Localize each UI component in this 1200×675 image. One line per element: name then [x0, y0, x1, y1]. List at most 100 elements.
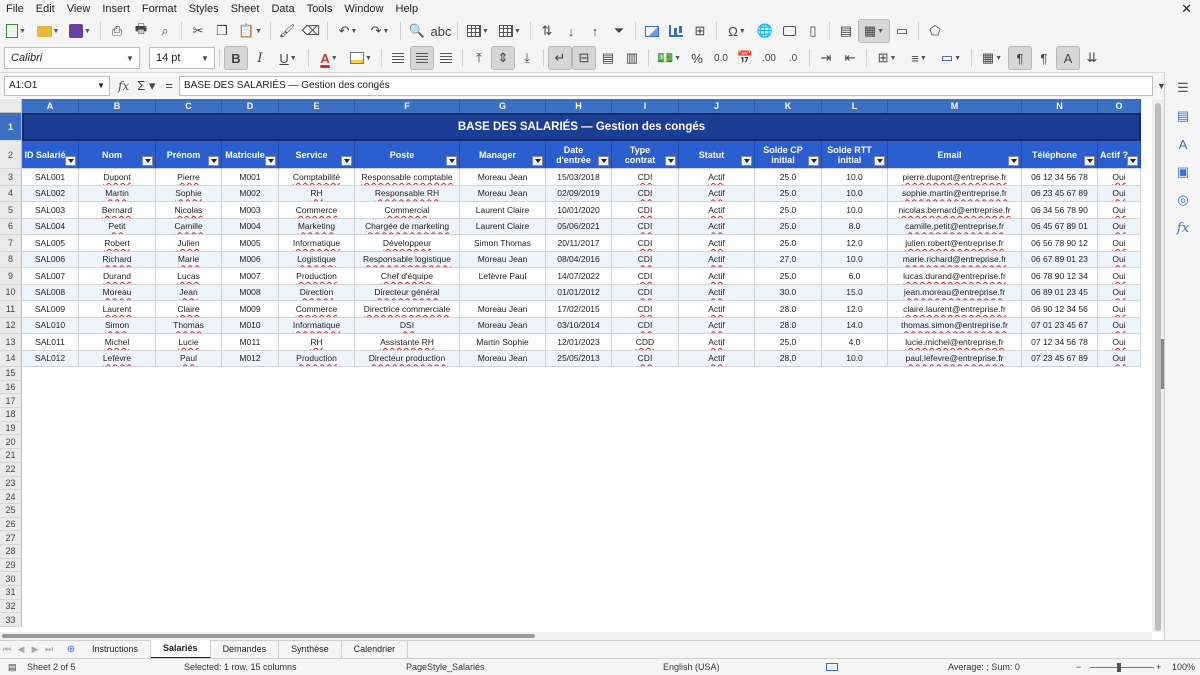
table-cell[interactable]: Dupont	[79, 169, 156, 186]
highlight-color-button[interactable]: ▼	[346, 47, 376, 69]
selection-mode-icon[interactable]	[826, 663, 838, 671]
row-button[interactable]: ▼	[463, 20, 493, 42]
menu-window[interactable]: Window	[338, 0, 389, 18]
previous-sheet-icon[interactable]: ◀	[14, 644, 28, 655]
column-title[interactable]: Statut	[679, 141, 755, 169]
table-cell[interactable]: CDI	[612, 185, 679, 202]
table-cell[interactable]: M009	[222, 301, 279, 318]
menu-file[interactable]: File	[0, 0, 30, 18]
new-document-button[interactable]: ▼	[1, 20, 31, 42]
menu-styles[interactable]: Styles	[183, 0, 225, 18]
column-title[interactable]: Solde RTT initial	[822, 141, 888, 169]
row-header[interactable]: 7	[0, 235, 22, 252]
tab-synthese[interactable]: Synthèse	[279, 641, 342, 658]
table-cell[interactable]: 03/10/2014	[546, 317, 612, 334]
redo-button[interactable]: ↷ ▼	[365, 20, 395, 42]
table-cell[interactable]: 05/06/2021	[546, 218, 612, 235]
column-header[interactable]: A	[22, 99, 79, 113]
formula-icon[interactable]: =	[165, 78, 173, 93]
table-cell[interactable]: 07 23 45 67 89	[1022, 350, 1098, 367]
table-cell[interactable]: SAL008	[22, 284, 79, 301]
table-cell[interactable]: 06 12 34 56 78	[1022, 169, 1098, 186]
name-box[interactable]: A1:O1 ▼	[4, 75, 110, 96]
number-format-button[interactable]: 0.0	[710, 47, 732, 69]
table-cell[interactable]: jean.moreau@entreprise.fr	[888, 284, 1022, 301]
functions-icon[interactable]: fx	[1175, 220, 1191, 236]
table-cell[interactable]: SAL011	[22, 334, 79, 351]
table-cell[interactable]: CDD	[612, 334, 679, 351]
column-header[interactable]: D	[222, 99, 279, 113]
row-header[interactable]: 18	[0, 408, 22, 422]
show-draw-functions-button[interactable]: ⬠	[924, 20, 946, 42]
increase-indent-button[interactable]: ⇥	[815, 47, 837, 69]
row-header[interactable]: 15	[0, 367, 22, 381]
save-button[interactable]: ▼	[65, 20, 95, 42]
column-title[interactable]: ID Salarié	[22, 141, 79, 169]
column-header[interactable]: E	[279, 99, 355, 113]
table-cell[interactable]: SAL009	[22, 301, 79, 318]
table-cell[interactable]: 4.0	[822, 334, 888, 351]
table-cell[interactable]: SAL004	[22, 218, 79, 235]
table-cell[interactable]: M006	[222, 251, 279, 268]
table-cell[interactable]: thomas.simon@entreprise.fr	[888, 317, 1022, 334]
table-cell[interactable]: Commercial	[355, 202, 460, 219]
column-title[interactable]: Email	[888, 141, 1022, 169]
insert-chart-button[interactable]	[665, 20, 687, 42]
table-cell[interactable]: Jean	[156, 284, 222, 301]
row-header[interactable]: 20	[0, 435, 22, 450]
table-cell[interactable]: CDI	[612, 169, 679, 186]
merge-cells-button[interactable]: ▤	[597, 47, 619, 69]
autofilter-dropdown-icon[interactable]	[665, 156, 676, 166]
sheet-title[interactable]: BASE DES SALARIÉS — Gestion des congés	[22, 113, 1141, 141]
table-cell[interactable]: Lucas	[156, 268, 222, 285]
table-cell[interactable]: pierre.dupont@entreprise.fr	[888, 169, 1022, 186]
zoom-in-icon[interactable]: +	[1156, 662, 1161, 672]
row-header[interactable]: 25	[0, 503, 22, 518]
paste-button[interactable]: 📋 ▼	[235, 20, 265, 42]
table-cell[interactable]: Directeur production	[355, 350, 460, 367]
menu-help[interactable]: Help	[390, 0, 425, 18]
table-cell[interactable]: M011	[222, 334, 279, 351]
row-header[interactable]: 24	[0, 490, 22, 504]
spellcheck-button[interactable]: abc	[430, 20, 452, 42]
table-cell[interactable]: Moreau Jean	[460, 251, 546, 268]
column-title[interactable]: Type contrat	[612, 141, 679, 169]
table-cell[interactable]: SAL001	[22, 169, 79, 186]
table-cell[interactable]: Simon	[79, 317, 156, 334]
table-cell[interactable]: M002	[222, 185, 279, 202]
autofilter-dropdown-icon[interactable]	[446, 156, 457, 166]
table-cell[interactable]: M007	[222, 268, 279, 285]
row-header[interactable]: 3	[0, 169, 22, 186]
clone-formatting-button[interactable]: 🖌	[276, 20, 298, 42]
column-title[interactable]: Nom	[79, 141, 156, 169]
row-header[interactable]: 32	[0, 599, 22, 614]
autofilter-dropdown-icon[interactable]	[1127, 156, 1138, 166]
date-format-button[interactable]: 📅	[734, 47, 756, 69]
table-cell[interactable]: Durand	[79, 268, 156, 285]
row-header[interactable]: 11	[0, 301, 22, 318]
table-cell[interactable]: M012	[222, 350, 279, 367]
autofilter-dropdown-icon[interactable]	[65, 156, 76, 166]
table-cell[interactable]: Informatique	[279, 317, 355, 334]
table-cell[interactable]: Logistique	[279, 251, 355, 268]
table-cell[interactable]: Oui	[1098, 218, 1141, 235]
autofilter-button[interactable]: ⏷	[608, 20, 630, 42]
table-cell[interactable]: 06 45 67 89 01	[1022, 218, 1098, 235]
split-window-button[interactable]: ▭	[891, 20, 913, 42]
border-style-button[interactable]: ≡ ▼	[904, 47, 934, 69]
column-header[interactable]: N	[1022, 99, 1098, 113]
page-style-status[interactable]: PageStyle_Salariés	[406, 662, 485, 672]
table-cell[interactable]: DSI	[355, 317, 460, 334]
open-button[interactable]: ▼	[33, 20, 63, 42]
table-cell[interactable]: 14/07/2022	[546, 268, 612, 285]
table-cell[interactable]: Oui	[1098, 284, 1141, 301]
table-cell[interactable]: Actif	[679, 301, 755, 318]
table-cell[interactable]: 25.0	[755, 268, 822, 285]
align-right-button[interactable]	[435, 47, 457, 69]
table-cell[interactable]: 06 78 90 12 34	[1022, 268, 1098, 285]
row-header[interactable]: 4	[0, 185, 22, 202]
table-cell[interactable]: M010	[222, 317, 279, 334]
table-cell[interactable]: 28.0	[755, 350, 822, 367]
table-cell[interactable]: CDI	[612, 350, 679, 367]
column-header[interactable]: F	[355, 99, 460, 113]
